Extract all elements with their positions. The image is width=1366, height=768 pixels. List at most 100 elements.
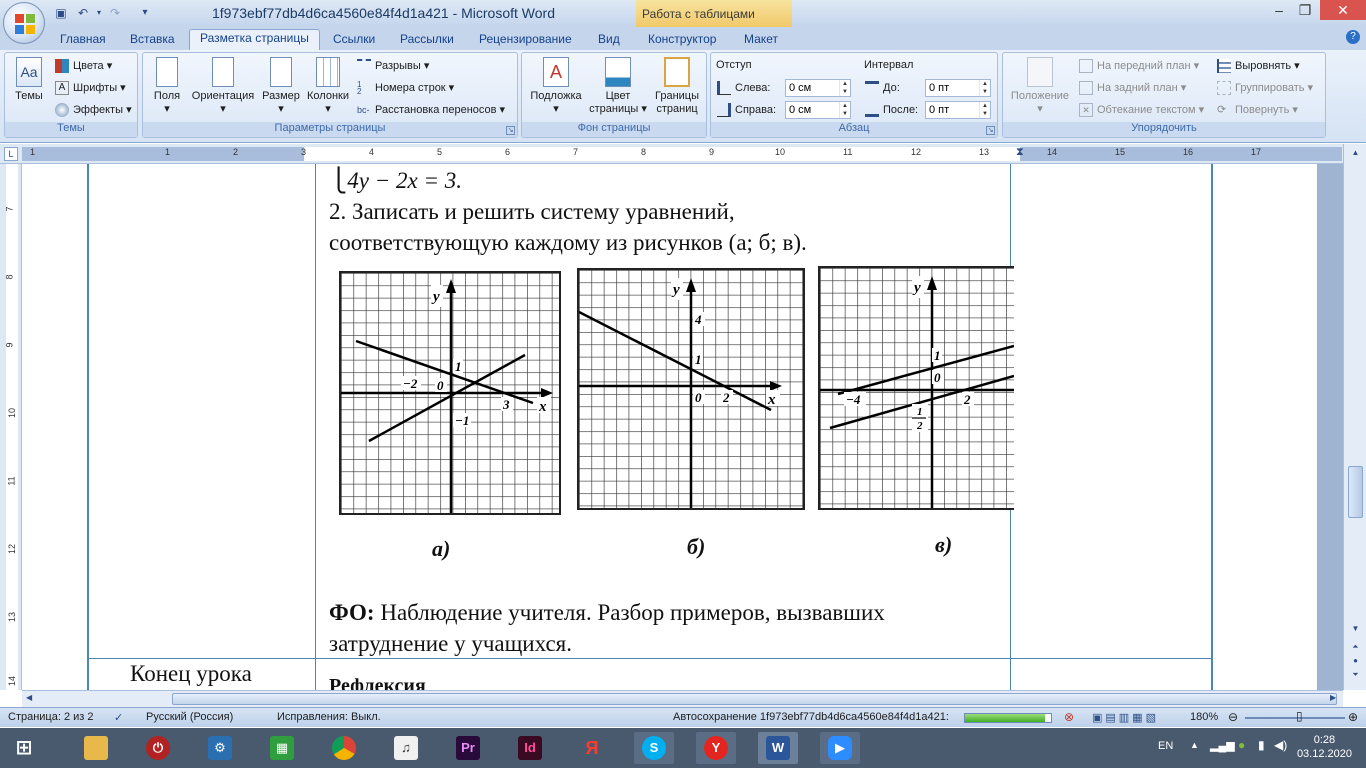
tab-view[interactable]: Вид (588, 31, 630, 50)
indent-left-input[interactable]: 0 см ▲ ▼ (785, 79, 851, 97)
horizontal-scrollbar[interactable]: ◀ ▶ (22, 690, 1343, 707)
watermark-button[interactable]: A Подложка ▾ (526, 57, 586, 116)
redo-icon[interactable]: ↷ (107, 5, 123, 21)
power-app[interactable]: ⏻ (138, 732, 178, 764)
premiere-app[interactable]: Pr (448, 732, 488, 764)
security-icon[interactable]: ● (1238, 738, 1245, 752)
right-indent-marker-icon[interactable]: ⧗ (1016, 146, 1024, 159)
audio-app[interactable]: ♫ (386, 732, 426, 764)
line-numbers-button[interactable]: 1 2 Номера строк ▾ (357, 79, 454, 97)
spin-arrows-icon[interactable]: ▲ ▼ (839, 80, 850, 96)
zoom-app[interactable]: ▶ (820, 732, 860, 764)
rotate-button[interactable]: ⟳ Повернуть ▾ (1217, 101, 1298, 119)
tab-mailings[interactable]: Рассылки (390, 31, 464, 50)
align-button[interactable]: Выровнять ▾ (1217, 57, 1300, 75)
scroll-left-icon[interactable]: ◀ (26, 693, 32, 702)
horizontal-scroll-thumb[interactable] (172, 693, 1337, 705)
save-icon[interactable]: ▣ (53, 5, 69, 21)
send-back-button[interactable]: На задний план ▾ (1079, 79, 1186, 97)
vertical-scrollbar[interactable]: ▲ ▼ ⏶ ● ⏷ (1343, 144, 1366, 690)
zoom-out-icon[interactable]: ⊖ (1228, 710, 1238, 724)
tab-references[interactable]: Ссылки (323, 31, 385, 50)
network-icon[interactable]: ▂▄▆ (1210, 739, 1235, 752)
zoom-in-icon[interactable]: ⊕ (1348, 710, 1358, 724)
zoom-slider[interactable] (1245, 717, 1345, 719)
zoom-level[interactable]: 180% (1190, 711, 1218, 723)
scroll-up-icon[interactable]: ▲ (1348, 146, 1363, 160)
zoom-slider-thumb-icon[interactable]: ▯ (1296, 709, 1303, 723)
input-language[interactable]: EN (1158, 740, 1173, 752)
tab-page-layout[interactable]: Разметка страницы (189, 29, 320, 50)
spin-arrows-icon[interactable]: ▲ ▼ (979, 80, 990, 96)
previous-page-icon[interactable]: ⏶ (1348, 640, 1363, 654)
spacing-before-input[interactable]: 0 пт ▲ ▼ (925, 79, 991, 97)
indent-right-input[interactable]: 0 см ▲ ▼ (785, 101, 851, 119)
tab-design[interactable]: Конструктор (638, 31, 726, 50)
document-page[interactable]: ⎩4y − 2x = 3. 2. Записать и решить систе… (22, 164, 1317, 690)
colors-button[interactable]: Цвета ▾ (55, 57, 112, 75)
spin-arrows-icon[interactable]: ▲ ▼ (839, 102, 850, 118)
word-app[interactable]: W (758, 732, 798, 764)
page-count[interactable]: Страница: 2 из 2 (8, 711, 94, 723)
columns-button[interactable]: Колонки ▾ (304, 57, 352, 116)
battery-icon[interactable]: ▮ (1258, 738, 1265, 752)
hyphenation-button[interactable]: bc- Расстановка переносов ▾ (357, 101, 505, 119)
cancel-autosave-icon[interactable]: ⊗ (1064, 710, 1074, 724)
horizontal-ruler[interactable]: L 1 1 2 3 4 5 6 7 8 9 10 11 12 13 14 15 … (0, 144, 1366, 164)
spin-arrows-icon[interactable]: ▲ ▼ (979, 102, 990, 118)
effects-button[interactable]: Эффекты ▾ (55, 101, 132, 119)
start-button[interactable]: ⊞ (4, 732, 44, 764)
tray-expand-icon[interactable]: ▲ (1190, 740, 1199, 750)
control-panel-app[interactable]: ⚙ (200, 732, 240, 764)
graph-a[interactable]: y x 1 0 −2 3 −1 (339, 271, 561, 515)
vertical-scroll-thumb[interactable] (1348, 466, 1363, 518)
scroll-down-icon[interactable]: ▼ (1348, 622, 1363, 636)
graph-b[interactable]: y x 4 1 0 2 (577, 268, 805, 510)
chrome-app[interactable] (324, 732, 364, 764)
size-button[interactable]: Размер ▾ (261, 57, 301, 116)
volume-icon[interactable]: ◀) (1274, 738, 1287, 752)
office-button[interactable] (3, 2, 45, 44)
yandex-browser-app[interactable]: Я (572, 732, 612, 764)
text-wrap-button[interactable]: ✕ Обтекание текстом ▾ (1079, 101, 1204, 119)
page-color-button[interactable]: Цвет страницы ▾ (588, 57, 648, 116)
paragraph-launcher-icon[interactable]: ↘ (986, 126, 995, 135)
explorer-app[interactable] (76, 732, 116, 764)
next-page-icon[interactable]: ⏷ (1348, 668, 1363, 682)
skype-app[interactable]: S (634, 732, 674, 764)
orientation-button[interactable]: Ориентация ▾ (189, 57, 257, 116)
tab-review[interactable]: Рецензирование (469, 31, 582, 50)
indesign-app[interactable]: Id (510, 732, 550, 764)
graph-v[interactable]: y 1 0 −4 2 1 2 (818, 266, 1014, 510)
browse-object-icon[interactable]: ● (1348, 654, 1363, 668)
customize-qat-icon[interactable]: ▾ (137, 5, 153, 21)
tab-home[interactable]: Главная (50, 31, 116, 50)
close-button[interactable]: ✕ (1320, 0, 1366, 20)
maximize-button[interactable]: ❐ (1290, 0, 1320, 20)
spellcheck-icon[interactable]: ✓ (114, 711, 123, 724)
calculator-app[interactable]: ▦ (262, 732, 302, 764)
group-objects-button[interactable]: Группировать ▾ (1217, 79, 1313, 97)
language-status[interactable]: Русский (Россия) (146, 711, 233, 723)
vertical-ruler[interactable]: 7 8 9 10 11 12 13 14 (0, 164, 22, 690)
undo-dropdown-icon[interactable]: ▾ (91, 5, 107, 21)
tab-layout[interactable]: Макет (734, 31, 788, 50)
fonts-button[interactable]: A Шрифты ▾ (55, 79, 126, 97)
position-button[interactable]: Положение ▾ (1005, 57, 1075, 116)
tab-selector-icon[interactable]: L (4, 147, 18, 161)
view-buttons-icon[interactable]: ▣▤▥▦▧ (1092, 711, 1159, 724)
page-borders-button[interactable]: Границы страниц (650, 57, 704, 116)
themes-button[interactable]: Aa Темы (9, 57, 49, 103)
undo-icon[interactable]: ↶ (75, 5, 91, 21)
margins-button[interactable]: Поля ▾ (149, 57, 185, 116)
page-setup-launcher-icon[interactable]: ↘ (506, 126, 515, 135)
yandex-app[interactable]: Y (696, 732, 736, 764)
track-changes-status[interactable]: Исправления: Выкл. (277, 711, 381, 723)
clock[interactable]: 0:28 03.12.2020 (1297, 733, 1352, 761)
breaks-button[interactable]: Разрывы ▾ (357, 57, 429, 75)
help-icon[interactable]: ? (1346, 30, 1360, 44)
scroll-right-icon[interactable]: ▶ (1330, 693, 1336, 702)
bring-front-button[interactable]: На передний план ▾ (1079, 57, 1199, 75)
tab-insert[interactable]: Вставка (120, 31, 185, 50)
spacing-after-input[interactable]: 0 пт ▲ ▼ (925, 101, 991, 119)
